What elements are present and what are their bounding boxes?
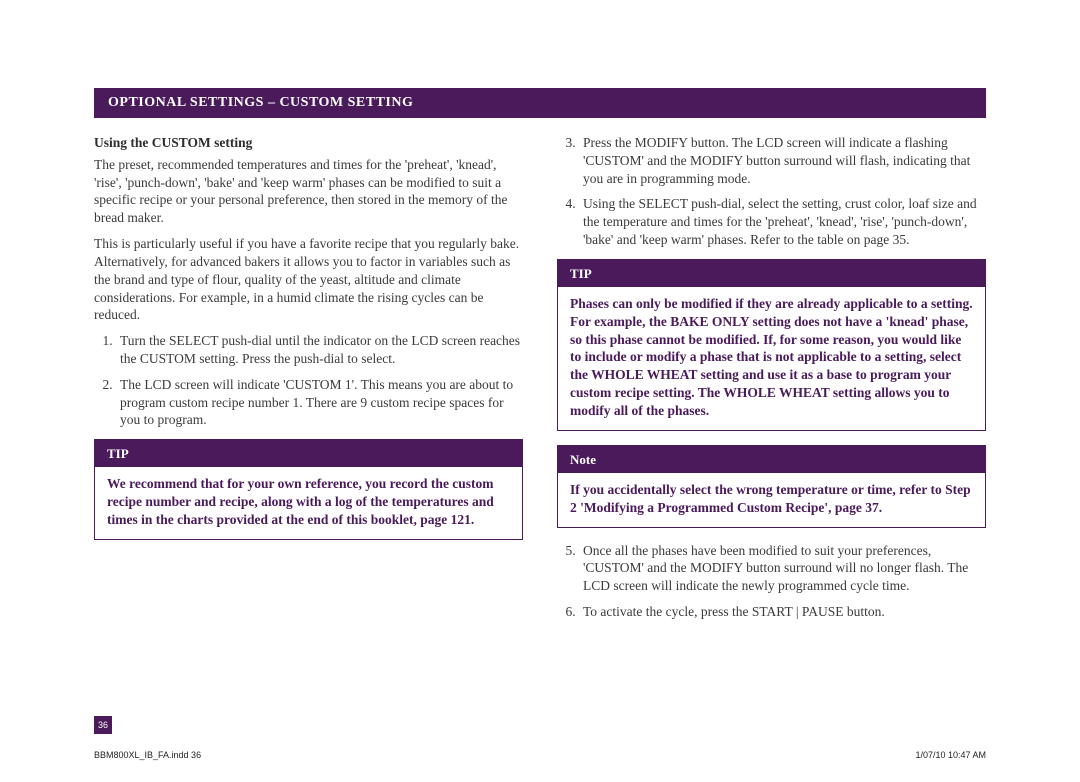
step-item: Turn the SELECT push-dial until the indi… — [116, 332, 523, 368]
tip-box: TIP We recommend that for your own refer… — [94, 439, 523, 540]
section-banner: OPTIONAL SETTINGS – CUSTOM SETTING — [94, 88, 986, 118]
step-item: Using the SELECT push-dial, select the s… — [579, 195, 986, 248]
steps-list: Press the MODIFY button. The LCD screen … — [557, 134, 986, 249]
tip-heading: TIP — [558, 260, 985, 287]
tip-box: TIP Phases can only be modified if they … — [557, 259, 986, 431]
print-footer: BBM800XL_IB_FA.indd 36 1/07/10 10:47 AM — [94, 750, 986, 760]
left-column: Using the CUSTOM setting The preset, rec… — [94, 134, 523, 631]
step-item: To activate the cycle, press the START |… — [579, 603, 986, 621]
steps-list: Turn the SELECT push-dial until the indi… — [94, 332, 523, 429]
manual-page: OPTIONAL SETTINGS – CUSTOM SETTING Using… — [0, 0, 1080, 782]
right-column: Press the MODIFY button. The LCD screen … — [557, 134, 986, 631]
footer-timestamp: 1/07/10 10:47 AM — [915, 750, 986, 760]
tip-body: Phases can only be modified if they are … — [558, 287, 985, 430]
step-item: Press the MODIFY button. The LCD screen … — [579, 134, 986, 187]
paragraph: The preset, recommended temperatures and… — [94, 156, 523, 227]
two-column-body: Using the CUSTOM setting The preset, rec… — [94, 134, 986, 631]
paragraph: This is particularly useful if you have … — [94, 235, 523, 324]
footer-file: BBM800XL_IB_FA.indd 36 — [94, 750, 201, 760]
step-item: Once all the phases have been modified t… — [579, 542, 986, 595]
tip-body: We recommend that for your own reference… — [95, 467, 522, 538]
note-heading: Note — [558, 446, 985, 473]
note-body: If you accidentally select the wrong tem… — [558, 473, 985, 527]
tip-heading: TIP — [95, 440, 522, 467]
subheading: Using the CUSTOM setting — [94, 134, 523, 152]
steps-list: Once all the phases have been modified t… — [557, 542, 986, 621]
step-item: The LCD screen will indicate 'CUSTOM 1'.… — [116, 376, 523, 429]
page-number-badge: 36 — [94, 716, 112, 734]
note-box: Note If you accidentally select the wron… — [557, 445, 986, 528]
